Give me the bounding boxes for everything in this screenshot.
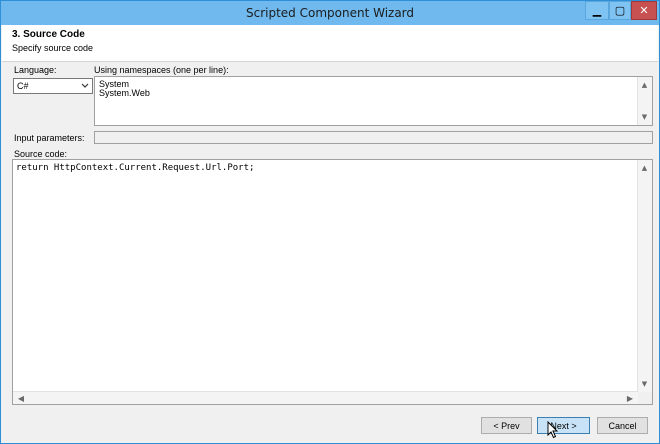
wizard-window: Scripted Component Wizard ▁ ▢ ✕ 3. Sourc… bbox=[0, 0, 660, 444]
namespaces-text: System System.Web bbox=[99, 79, 150, 98]
wizard-header: 3. Source Code Specify source code bbox=[2, 25, 658, 62]
language-select[interactable]: C# bbox=[13, 78, 93, 94]
source-vertical-scrollbar[interactable]: ▲ ▼ bbox=[637, 160, 652, 392]
step-title: 3. Source Code bbox=[12, 29, 85, 40]
maximize-icon: ▢ bbox=[614, 4, 626, 17]
scroll-up-icon[interactable]: ▲ bbox=[638, 162, 651, 174]
scroll-left-icon[interactable]: ◀ bbox=[15, 392, 27, 404]
chevron-down-icon[interactable] bbox=[78, 79, 92, 93]
close-button[interactable]: ✕ bbox=[631, 1, 657, 20]
close-icon: ✕ bbox=[639, 4, 649, 17]
language-label: Language: bbox=[14, 65, 57, 75]
language-value: C# bbox=[17, 81, 29, 91]
input-parameters-label: Input parameters: bbox=[14, 133, 85, 143]
scroll-right-icon[interactable]: ▶ bbox=[624, 392, 636, 404]
wizard-body: Language: C# Using namespaces (one per l… bbox=[5, 63, 653, 405]
scroll-up-icon[interactable]: ▲ bbox=[638, 79, 651, 91]
window-title: Scripted Component Wizard bbox=[245, 6, 415, 20]
namespaces-scrollbar[interactable]: ▲ ▼ bbox=[637, 77, 652, 125]
scroll-down-icon[interactable]: ▼ bbox=[638, 111, 651, 123]
source-horizontal-scrollbar[interactable]: ◀ ▶ bbox=[13, 391, 638, 404]
cancel-button[interactable]: Cancel bbox=[597, 417, 648, 434]
next-button[interactable]: Next > bbox=[537, 417, 590, 434]
prev-button[interactable]: < Prev bbox=[481, 417, 532, 434]
scroll-down-icon[interactable]: ▼ bbox=[638, 378, 651, 390]
scroll-corner bbox=[638, 392, 652, 404]
minimize-button[interactable]: ▁ bbox=[585, 1, 609, 20]
mouse-pointer-icon bbox=[547, 421, 559, 439]
minimize-icon: ▁ bbox=[592, 4, 602, 17]
namespaces-label: Using namespaces (one per line): bbox=[94, 65, 229, 75]
source-code-text: return HttpContext.Current.Request.Url.P… bbox=[16, 163, 255, 173]
input-parameters-field[interactable] bbox=[94, 131, 653, 144]
title-bar[interactable]: Scripted Component Wizard ▁ ▢ ✕ bbox=[1, 1, 659, 25]
source-code-editor[interactable]: return HttpContext.Current.Request.Url.P… bbox=[12, 159, 653, 405]
source-code-label: Source code: bbox=[14, 149, 68, 159]
namespaces-textarea[interactable]: System System.Web ▲ ▼ bbox=[94, 76, 653, 126]
maximize-button[interactable]: ▢ bbox=[609, 1, 631, 20]
step-subtitle: Specify source code bbox=[12, 43, 94, 53]
